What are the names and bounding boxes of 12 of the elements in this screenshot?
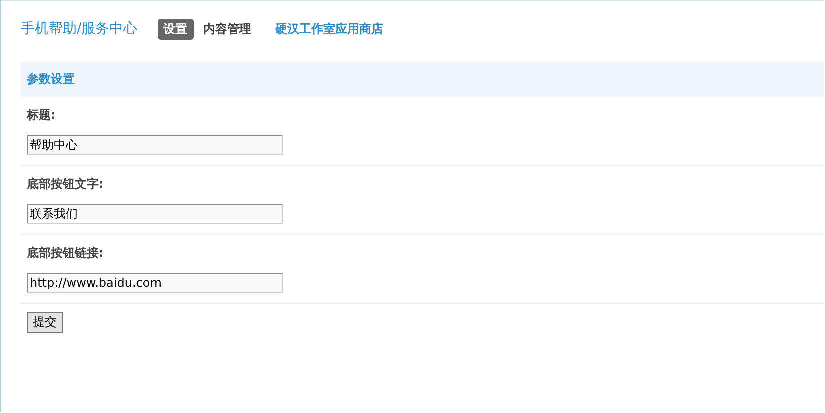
tab[interactable]: 内容管理 — [198, 18, 258, 40]
field-label: 底部按钮文字: — [27, 176, 105, 193]
field-label: 标题: — [27, 107, 57, 124]
input-field[interactable]: 帮助中心 — [27, 135, 283, 155]
page-title: 手机帮助/服务中心 — [21, 20, 138, 38]
section-title: 参数设置 — [27, 71, 75, 88]
input-field[interactable]: 联系我们 — [27, 204, 283, 224]
store-link[interactable]: 硬汉工作室应用商店 — [276, 20, 384, 38]
field-label: 底部按钮链接: — [27, 245, 105, 262]
input-field[interactable]: http://www.baidu.com — [27, 273, 283, 293]
submit-button[interactable]: 提交 — [27, 312, 63, 333]
tab[interactable]: 设置 — [158, 18, 194, 40]
